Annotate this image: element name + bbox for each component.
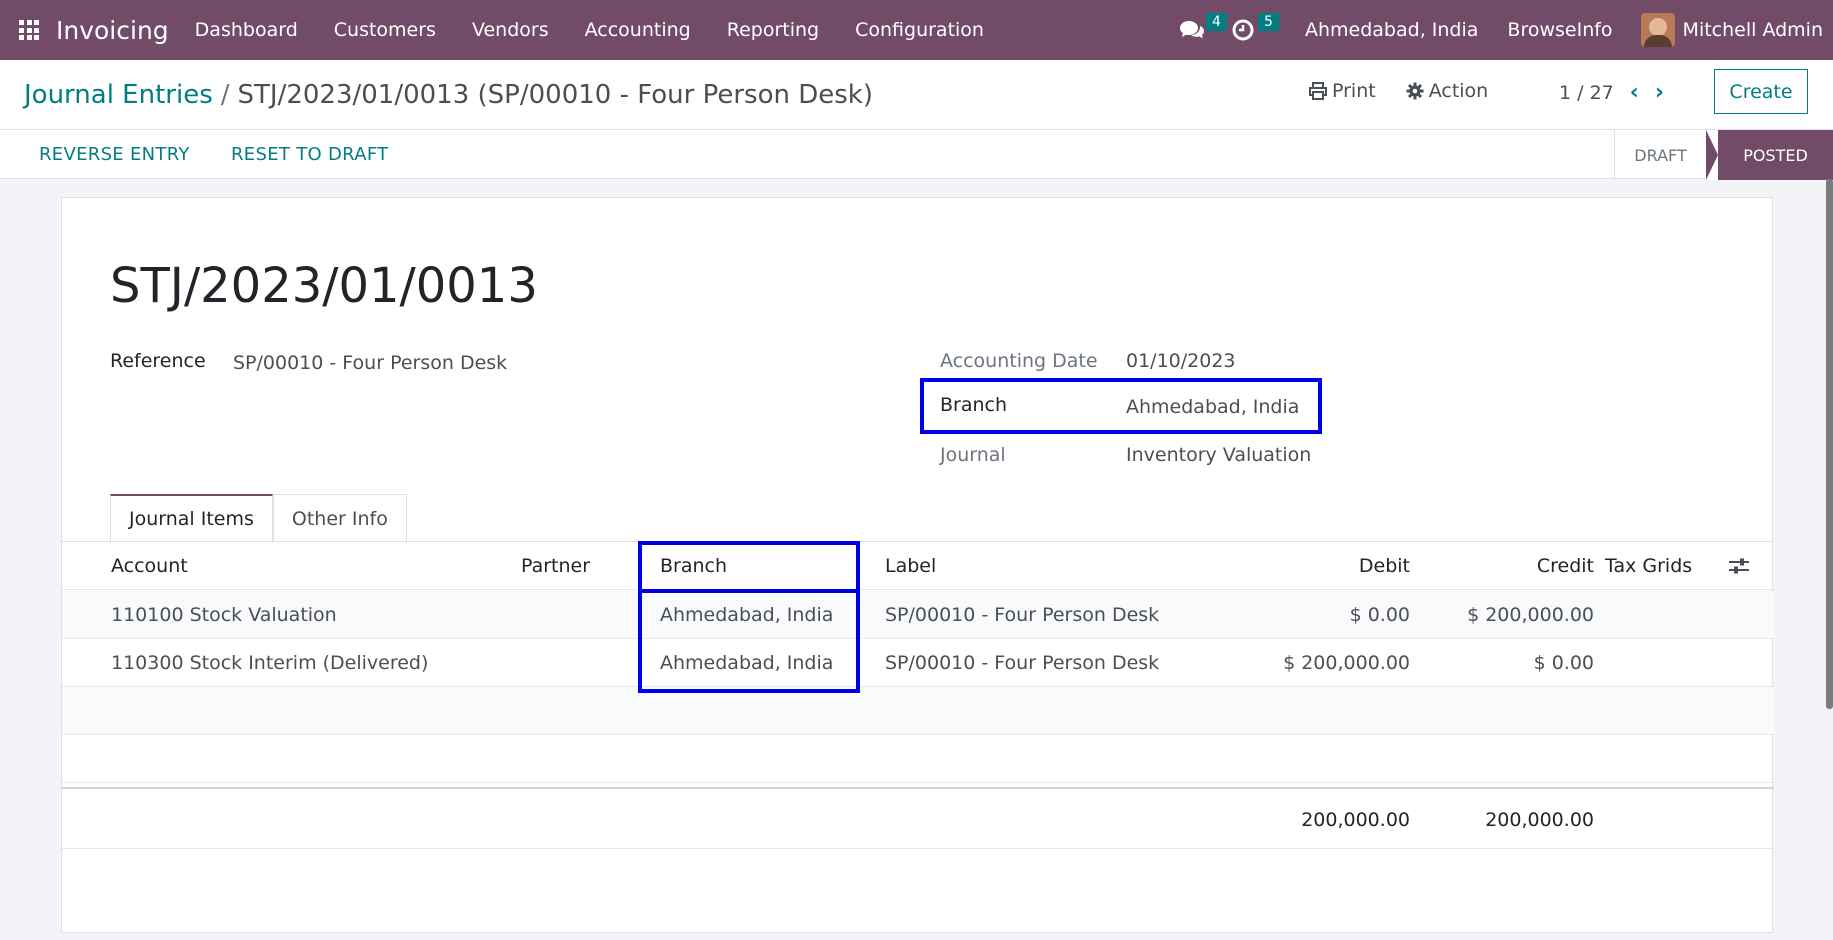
breadcrumb-separator: / [220,80,230,110]
cell-label: SP/00010 - Four Person Desk [885,604,1160,626]
branch-value: Ahmedabad, India [1126,396,1300,418]
cell-label: SP/00010 - Four Person Desk [885,652,1160,674]
print-icon [1309,82,1327,100]
gear-icon [1406,82,1424,100]
column-credit[interactable]: Credit [1442,542,1594,590]
cell-credit: $ 0.00 [1533,652,1594,674]
branch-switcher[interactable]: Ahmedabad, India [1305,19,1478,41]
menu-configuration[interactable]: Configuration [855,19,984,41]
column-debit[interactable]: Debit [1262,542,1410,590]
action-menus: Print Action [1309,80,1518,102]
chevron-right-icon[interactable]: › [1655,80,1664,105]
reference-value: SP/00010 - Four Person Desk [233,352,508,374]
breadcrumb-current: STJ/2023/01/0013 (SP/00010 - Four Person… [237,80,874,110]
chevron-left-icon[interactable]: ‹ [1630,80,1639,105]
reference-label: Reference [110,350,206,372]
accounting-date-value: 01/10/2023 [1126,350,1236,372]
column-label[interactable]: Label [885,542,936,590]
tab-journal-items[interactable]: Journal Items [110,494,273,542]
control-panel: Journal Entries / STJ/2023/01/0013 (SP/000… [0,60,1833,180]
statusbar: REVERSE ENTRY RESET TO DRAFT DRAFT POSTE… [0,129,1833,180]
activities-button[interactable]: 5 [1231,0,1283,60]
activities-count-badge: 5 [1257,13,1279,31]
column-settings-icon[interactable] [1727,556,1751,576]
action-button[interactable]: Action [1406,80,1489,102]
menu-dashboard[interactable]: Dashboard [195,19,298,41]
menu-customers[interactable]: Customers [334,19,436,41]
branch-column-cells-highlight [638,589,860,693]
pager-value[interactable]: 1 / 27 [1559,82,1614,104]
column-account[interactable]: Account [111,542,188,590]
column-partner[interactable]: Partner [521,542,590,590]
reverse-entry-button[interactable]: REVERSE ENTRY [39,144,190,165]
notebook-tabs: Journal Items Other Info [110,494,407,542]
company-switcher[interactable]: BrowseInfo [1507,19,1612,41]
action-label: Action [1428,80,1489,102]
print-label: Print [1332,80,1376,102]
empty-row [62,735,1774,783]
journal-label: Journal [940,444,1006,466]
pager: 1 / 27 ‹ › [1559,80,1664,105]
stage-draft[interactable]: DRAFT [1614,130,1706,180]
table-header: Account Partner Branch Label Debit Credi… [62,542,1774,590]
breadcrumb: Journal Entries / STJ/2023/01/0013 (SP/000… [24,80,873,110]
cell-account: 110300 Stock Interim (Delivered) [111,652,429,674]
empty-row [62,687,1774,735]
user-menu[interactable]: Mitchell Admin [1683,19,1823,41]
table-row[interactable]: 110300 Stock Interim (Delivered) Ahmedab… [62,639,1774,687]
apps-grid-icon[interactable] [0,0,58,60]
totals-row: 200,000.00 200,000.00 [62,787,1774,849]
total-credit: 200,000.00 [1485,809,1594,831]
stage-posted[interactable]: POSTED [1706,130,1833,180]
breadcrumb-journal-entries[interactable]: Journal Entries [24,80,213,110]
reset-to-draft-button[interactable]: RESET TO DRAFT [231,144,388,165]
branch-label: Branch [940,394,1008,416]
record-title: STJ/2023/01/0013 [110,258,538,314]
journal-value: Inventory Valuation [1126,444,1312,466]
avatar[interactable] [1640,13,1675,47]
cell-account: 110100 Stock Valuation [111,604,337,626]
messages-button[interactable]: 4 [1179,0,1231,60]
print-button[interactable]: Print [1309,80,1376,102]
column-tax-grids[interactable]: Tax Grids [1605,542,1692,590]
tab-other-info[interactable]: Other Info [272,494,407,542]
create-button[interactable]: Create [1714,69,1808,114]
messages-count-badge: 4 [1205,13,1227,31]
app-name[interactable]: Invoicing [56,16,169,45]
menu-accounting[interactable]: Accounting [585,19,691,41]
page-scrollbar[interactable] [1826,179,1833,709]
menu-vendors[interactable]: Vendors [472,19,549,41]
menu-reporting[interactable]: Reporting [727,19,819,41]
accounting-date-label: Accounting Date [940,350,1098,372]
branch-column-header-highlight [638,541,860,593]
top-navbar: Invoicing Dashboard Customers Vendors Ac… [0,0,1833,60]
clock-icon [1232,19,1254,41]
table-row[interactable]: 110100 Stock Valuation Ahmedabad, India … [62,591,1774,639]
cell-credit: $ 200,000.00 [1467,604,1594,626]
chat-icon [1179,21,1204,39]
form-sheet: STJ/2023/01/0013 Reference SP/00010 - Fo… [61,197,1774,933]
